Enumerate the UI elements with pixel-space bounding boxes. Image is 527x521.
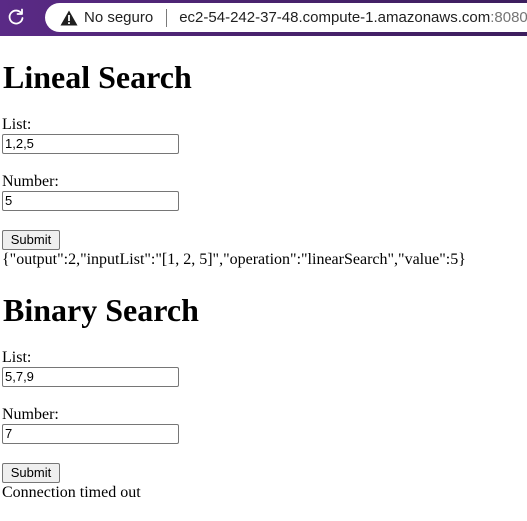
- binary-number-input[interactable]: [2, 424, 179, 444]
- url-port: :8080: [490, 9, 527, 26]
- binary-number-label: Number:: [2, 406, 59, 423]
- browser-toolbar: No seguro ec2-54-242-37-48.compute-1.ama…: [0, 0, 527, 36]
- warning-icon[interactable]: [60, 9, 78, 27]
- linear-number-label: Number:: [2, 173, 59, 190]
- reload-button[interactable]: [4, 5, 28, 29]
- linear-submit-button[interactable]: Submit: [2, 230, 60, 250]
- linear-list-input[interactable]: [2, 134, 179, 154]
- binary-search-heading: Binary Search: [3, 292, 199, 328]
- address-divider: [166, 8, 168, 27]
- linear-search-heading: Lineal Search: [3, 59, 192, 95]
- linear-number-input[interactable]: [2, 191, 179, 211]
- security-status-label[interactable]: No seguro: [84, 9, 153, 26]
- binary-submit-button[interactable]: Submit: [2, 463, 60, 483]
- linear-list-label: List:: [2, 116, 32, 133]
- binary-list-input[interactable]: [2, 367, 179, 387]
- reload-icon: [8, 8, 24, 25]
- binary-list-label: List:: [2, 349, 32, 366]
- url-host: ec2-54-242-37-48.compute-1.amazonaws.com: [179, 9, 491, 26]
- linear-result-output: {"output":2,"inputList":"[1, 2, 5]","ope…: [2, 251, 466, 268]
- binary-result-output: Connection timed out: [2, 484, 141, 501]
- address-bar[interactable]: No seguro ec2-54-242-37-48.compute-1.ama…: [45, 3, 527, 32]
